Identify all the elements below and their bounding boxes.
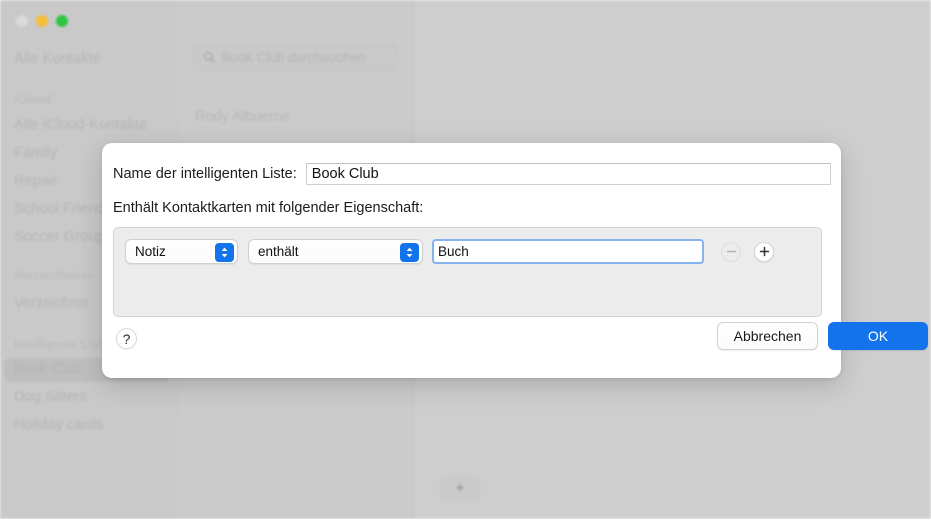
- sidebar-item-directory[interactable]: Verzeichnis: [14, 295, 89, 311]
- add-rule-button[interactable]: [754, 241, 774, 262]
- sidebar-item-repair[interactable]: Repair: [14, 173, 57, 189]
- sidebar-item-family[interactable]: Family: [14, 145, 57, 161]
- traffic-lights: [16, 15, 68, 27]
- ok-button[interactable]: OK: [828, 322, 928, 350]
- rule-field-value: Notiz: [135, 244, 166, 259]
- sidebar-section-directories: Verzeichnisse: [14, 268, 94, 282]
- remove-rule-button[interactable]: [721, 241, 741, 262]
- rule-operator-value: enthält: [258, 244, 299, 259]
- search-input[interactable]: Book Club durchsuchen: [193, 44, 398, 71]
- sidebar-item-book-club[interactable]: Book Club: [14, 361, 82, 377]
- criteria-label: Enthält Kontaktkarten mit folgender Eige…: [113, 200, 424, 216]
- minimize-button[interactable]: [36, 15, 48, 27]
- rule-operator-select[interactable]: enthält: [248, 239, 423, 264]
- maximize-button[interactable]: [56, 15, 68, 27]
- search-icon: [203, 51, 216, 64]
- sidebar-section-smart-lists: Intelligente Listen: [14, 337, 117, 351]
- rule-row: Notiz enthält: [125, 239, 774, 264]
- cancel-button[interactable]: Abbrechen: [717, 322, 818, 350]
- plus-icon: [759, 246, 769, 257]
- name-label: Name der intelligenten Liste:: [113, 166, 297, 182]
- add-contact-button[interactable]: +: [440, 477, 480, 500]
- search-placeholder-text: Book Club durchsuchen: [222, 50, 366, 65]
- sidebar-item-holiday-cards[interactable]: Holiday cards: [14, 417, 103, 433]
- rule-field-select[interactable]: Notiz: [125, 239, 238, 264]
- sidebar-item-dog-sitters[interactable]: Dog Sitters: [14, 389, 87, 405]
- rule-value-input[interactable]: [432, 239, 704, 264]
- sidebar-item-all-contacts[interactable]: Alle Kontakte: [14, 51, 101, 67]
- chevron-updown-icon: [400, 243, 419, 262]
- smart-list-name-input[interactable]: [305, 163, 831, 185]
- smart-list-dialog: Name der intelligenten Liste: Enthält Ko…: [102, 143, 928, 378]
- name-row: Name der intelligenten Liste:: [113, 163, 831, 185]
- screen: Alle Kontakte iCloud Alle iCloud-Kontakt…: [0, 0, 931, 527]
- list-item[interactable]: Rody Albuerne: [195, 109, 290, 125]
- sidebar-item-soccer-group[interactable]: Soccer Group: [14, 229, 105, 245]
- minus-icon: [726, 250, 736, 253]
- window-bottom-edge: [0, 519, 931, 527]
- sidebar-section-icloud: iCloud: [14, 92, 52, 106]
- sidebar-item-all-icloud-contacts[interactable]: Alle iCloud-Kontakte: [14, 117, 147, 133]
- close-button[interactable]: [16, 15, 28, 27]
- chevron-updown-icon: [215, 243, 234, 262]
- rules-panel: Notiz enthält: [113, 227, 822, 317]
- sidebar-item-school-friends[interactable]: School Friends: [14, 201, 112, 217]
- help-button[interactable]: ?: [116, 328, 137, 349]
